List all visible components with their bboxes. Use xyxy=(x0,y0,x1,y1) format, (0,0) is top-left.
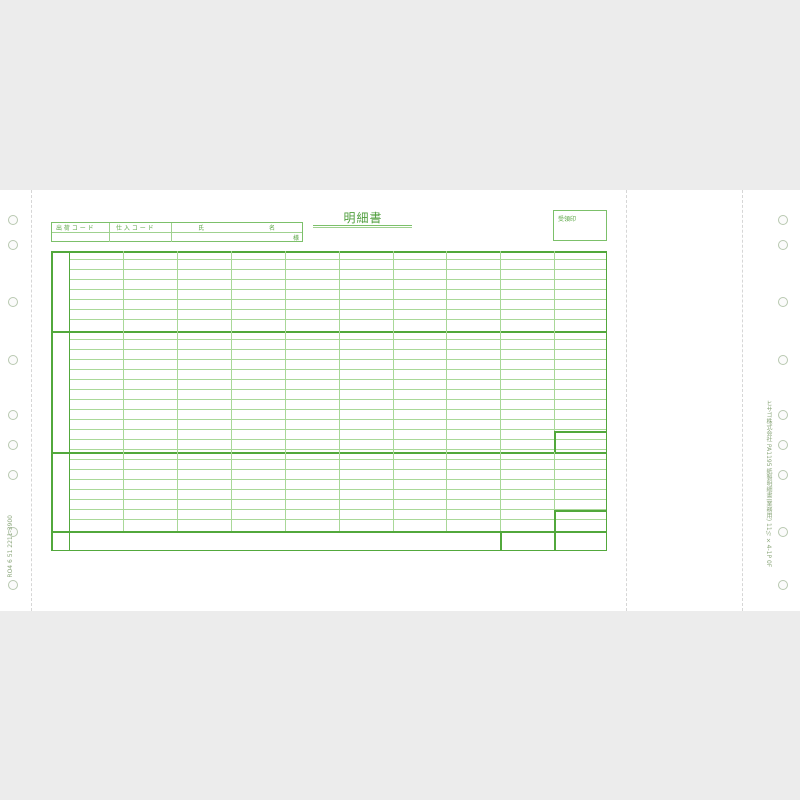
grid-row-line xyxy=(69,309,606,310)
grid-row-line xyxy=(69,319,606,320)
right-edge-perforation xyxy=(742,190,743,611)
grid-border-right xyxy=(605,251,607,551)
grid-row-line xyxy=(69,399,606,400)
grid-row-line xyxy=(69,519,606,520)
tractor-hole xyxy=(8,440,18,450)
tractor-hole xyxy=(8,297,18,307)
grid-border-bottom xyxy=(51,549,607,551)
grid-row-line xyxy=(69,349,606,350)
grid-column-line xyxy=(500,251,501,531)
right-perforation xyxy=(626,190,627,611)
grid-row-line xyxy=(69,509,606,510)
grid-row-line xyxy=(69,449,606,450)
grid-column-line xyxy=(285,251,286,531)
grid-section-divider xyxy=(51,531,607,533)
grid-row-line xyxy=(69,259,606,260)
tractor-hole xyxy=(778,440,788,450)
tractor-hole xyxy=(8,240,18,250)
tractor-hole xyxy=(778,580,788,590)
customer-header-box: 出 荷 コ ー ド 仕 入 コ ー ド 氏 名 様 xyxy=(51,222,303,242)
tractor-hole xyxy=(8,355,18,365)
grid-row-line xyxy=(69,409,606,410)
purchase-code-label: 仕 入 コ ー ド xyxy=(116,225,154,232)
right-margin-maker: ヒサゴ株式会社 PA1195 紙製明細書(業務用) 11½×4-1P 0F xyxy=(765,400,772,568)
grid-border-top xyxy=(51,251,607,253)
tractor-hole xyxy=(778,410,788,420)
purchase-code-field xyxy=(110,232,172,242)
grid-row-line xyxy=(69,269,606,270)
surname-label: 氏 xyxy=(198,225,205,232)
subtotal-box-top xyxy=(554,431,607,433)
title-underline xyxy=(313,225,412,226)
grid-row-line xyxy=(69,499,606,500)
grid-section-divider xyxy=(51,331,607,333)
tractor-hole xyxy=(778,240,788,250)
grid-column-line xyxy=(231,251,232,531)
total-column-divider xyxy=(500,531,502,551)
form-title: 明細書 xyxy=(343,211,383,225)
grid-row-line xyxy=(69,279,606,280)
grid-column-line xyxy=(393,251,394,531)
grid-row-line xyxy=(69,359,606,360)
grid-index-column-line xyxy=(69,251,70,551)
tractor-hole xyxy=(778,215,788,225)
grid-column-line xyxy=(123,251,124,531)
grid-row-line xyxy=(69,459,606,460)
grid-column-line xyxy=(177,251,178,531)
left-perforation xyxy=(31,190,32,611)
detail-grid xyxy=(51,251,607,551)
tractor-hole xyxy=(778,355,788,365)
left-margin-code: RO4 6 51 2211-3900 xyxy=(7,515,14,578)
tractor-hole xyxy=(778,297,788,307)
grid-row-line xyxy=(69,479,606,480)
honorific-label: 様 xyxy=(293,235,300,242)
grid-row-line xyxy=(69,469,606,470)
tractor-hole xyxy=(778,470,788,480)
total-column-divider xyxy=(554,510,556,551)
grid-row-line xyxy=(69,289,606,290)
grid-section-divider xyxy=(51,452,607,454)
receipt-stamp-label: 受領印 xyxy=(558,216,577,223)
grid-row-line xyxy=(69,339,606,340)
tractor-hole xyxy=(8,215,18,225)
ship-code-field xyxy=(52,232,110,242)
given-name-label: 名 xyxy=(269,225,276,232)
grid-row-line xyxy=(69,379,606,380)
grid-row-line xyxy=(69,389,606,390)
grid-border-left xyxy=(51,251,53,551)
grid-row-line xyxy=(69,369,606,370)
subtotal-box-top xyxy=(554,510,607,512)
tractor-hole xyxy=(8,470,18,480)
grid-row-line xyxy=(69,439,606,440)
tractor-hole xyxy=(8,580,18,590)
grid-column-line xyxy=(339,251,340,531)
tractor-hole xyxy=(8,410,18,420)
grid-row-line xyxy=(69,419,606,420)
ship-code-label: 出 荷 コ ー ド xyxy=(56,225,94,232)
header-cell-ship-code: 出 荷 コ ー ド xyxy=(52,223,110,232)
grid-column-line xyxy=(554,251,555,531)
grid-row-line xyxy=(69,489,606,490)
grid-column-line xyxy=(446,251,447,531)
receipt-stamp-box: 受領印 xyxy=(553,210,607,241)
grid-row-line xyxy=(69,299,606,300)
header-cell-purchase-code: 仕 入 コ ー ド xyxy=(110,223,172,232)
title-underline-2 xyxy=(313,227,412,228)
tractor-hole xyxy=(778,527,788,537)
grid-row-line xyxy=(69,429,606,430)
subtotal-box-left xyxy=(554,431,556,452)
